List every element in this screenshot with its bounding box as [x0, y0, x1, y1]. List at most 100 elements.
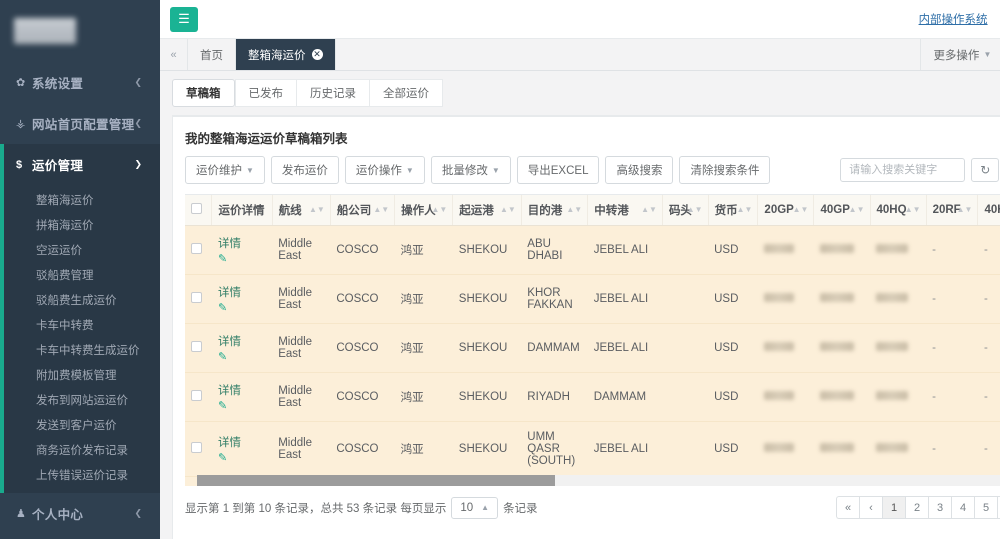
table-row[interactable]: 详情✎Middle EastCOSCO鸿亚SHEKOURIYADHDAMMAMU…	[185, 373, 1000, 422]
export-excel-button[interactable]: 导出EXCEL	[517, 156, 600, 184]
refresh-icon[interactable]: ↻	[971, 158, 999, 182]
column-header-20rf[interactable]: 20RF▲▼	[926, 195, 978, 226]
price-rf20-cell: -	[926, 275, 978, 324]
column-header-carrier[interactable]: 船公司▲▼	[330, 195, 394, 226]
table-row[interactable]: 详情✎Middle EastCOSCO鸿亚SHEKOUABU DHABIJEBE…	[185, 226, 1000, 275]
pill-all-rates[interactable]: 全部运价	[369, 79, 443, 107]
price-rf20-cell: -	[926, 373, 978, 422]
page-size-selector[interactable]: 10 ▲	[451, 497, 498, 519]
search-input[interactable]	[840, 158, 965, 182]
detail-link[interactable]: 详情	[218, 333, 266, 349]
sidebar-item-barge-fee-management[interactable]: 驳船费管理	[0, 262, 160, 287]
pagination-button-1[interactable]: 1	[882, 496, 905, 519]
rate-operations-dropdown[interactable]: 运价操作 ▼	[345, 156, 425, 184]
pill-published[interactable]: 已发布	[235, 79, 297, 107]
rate-maintenance-dropdown[interactable]: 运价维护 ▼	[185, 156, 265, 184]
sidebar-group-personal-center[interactable]: ♟ 个人中心 ❮	[0, 493, 160, 534]
sidebar-item-lcl-ocean-rate[interactable]: 拼箱海运价	[0, 212, 160, 237]
hamburger-icon[interactable]: ☰	[170, 7, 198, 32]
detail-link[interactable]: 详情	[218, 434, 266, 450]
chevron-left-icon: ❮	[134, 77, 142, 88]
table-row[interactable]: 详情✎Middle EastCOSCO鸿亚SHEKOUKHOR FAKKANJE…	[185, 275, 1000, 324]
sidebar-item-truck-transfer-generate-rate[interactable]: 卡车中转费生成运价	[0, 337, 160, 362]
edit-pencil-icon[interactable]: ✎	[218, 301, 266, 314]
table-scroll-container: 运价详情 航线▲▼ 船公司▲▼ 操作人▲▼ 起运港▲▼ 目的港▲▼ 中转港▲▼ …	[185, 194, 1000, 486]
sidebar-item-send-to-customer-rate[interactable]: 发送到客户运价	[0, 412, 160, 437]
search-area: ↻ ☰▼	[840, 158, 1000, 182]
double-chevron-left-icon[interactable]: «	[160, 39, 188, 70]
column-header-pod[interactable]: 目的港▲▼	[521, 195, 587, 226]
pagination-button-2[interactable]: 2	[905, 496, 928, 519]
edit-pencil-icon[interactable]: ✎	[218, 399, 266, 412]
content-area: 草稿箱 已发布 历史记录 全部运价 我的整箱海运运价草稿箱列表 运价维护 ▼ 发…	[160, 71, 1000, 539]
column-header-select-all[interactable]	[185, 195, 212, 226]
clear-search-button[interactable]: 清除搜索条件	[679, 156, 770, 184]
column-header-route[interactable]: 航线▲▼	[272, 195, 330, 226]
sidebar-item-upload-error-rate-log[interactable]: 上传错误运价记录	[0, 462, 160, 487]
rate-detail-cell: 详情✎	[212, 324, 272, 373]
pagination-button-4[interactable]: 4	[951, 496, 974, 519]
detail-link[interactable]: 详情	[218, 284, 266, 300]
detail-link[interactable]: 详情	[218, 235, 266, 251]
column-header-terminal[interactable]: 码头▲▼	[662, 195, 708, 226]
column-header-40gp[interactable]: 40GP▲▼	[814, 195, 870, 226]
sidebar-item-truck-transfer-fee[interactable]: 卡车中转费	[0, 312, 160, 337]
publish-rate-button[interactable]: 发布运价	[271, 156, 339, 184]
select-all-checkbox[interactable]	[191, 203, 202, 214]
row-checkbox[interactable]	[191, 442, 202, 453]
pagination-button-5[interactable]: 5	[974, 496, 997, 519]
column-header-operator[interactable]: 操作人▲▼	[395, 195, 453, 226]
advanced-search-button[interactable]: 高级搜索	[605, 156, 673, 184]
brand-logo-image	[14, 18, 76, 44]
sidebar-group-system-settings[interactable]: ✿ 系统设置 ❮	[0, 62, 160, 103]
pill-history[interactable]: 历史记录	[296, 79, 369, 107]
pill-draft-box[interactable]: 草稿箱	[172, 79, 235, 107]
rate-detail-cell: 详情✎	[212, 275, 272, 324]
row-checkbox[interactable]	[191, 390, 202, 401]
sidebar-group-homepage-config[interactable]: ⚶ 网站首页配置管理 ❮	[0, 103, 160, 144]
more-actions-dropdown[interactable]: 更多操作 ▼	[921, 39, 1000, 70]
tab-fcl-ocean-rate[interactable]: 整箱海运价 ✕	[236, 39, 336, 70]
horizontal-scrollbar-thumb[interactable]	[197, 475, 555, 486]
sidebar-item-fcl-ocean-rate[interactable]: 整箱海运价	[0, 187, 160, 212]
table-row[interactable]: 详情✎Middle EastCOSCO鸿亚SHEKOUUMM QASR (SOU…	[185, 422, 1000, 477]
column-header-40hq[interactable]: 40HQ▲▼	[870, 195, 926, 226]
edit-pencil-icon[interactable]: ✎	[218, 451, 266, 464]
sidebar-item-air-rate[interactable]: 空运运价	[0, 237, 160, 262]
sidebar-item-business-rate-publish-log[interactable]: 商务运价发布记录	[0, 437, 160, 462]
redacted-value	[876, 342, 908, 351]
top-bar: ☰ 内部操作系统 🔔 1 4	[160, 0, 1000, 39]
detail-link[interactable]: 详情	[218, 382, 266, 398]
internal-system-link[interactable]: 内部操作系统	[919, 11, 988, 27]
button-label: 发布运价	[282, 162, 328, 178]
app-root: ✿ 系统设置 ❮ ⚶ 网站首页配置管理 ❮ $ 运价管理 ❯ 整箱海运价 拼箱海…	[0, 0, 1000, 539]
main-area: ☰ 内部操作系统 🔔 1 4 « 首页 整箱海运价 ✕ 更	[160, 0, 1000, 539]
column-header-transit-port[interactable]: 中转港▲▼	[588, 195, 663, 226]
column-header-currency[interactable]: 货币▲▼	[708, 195, 758, 226]
row-checkbox[interactable]	[191, 292, 202, 303]
batch-edit-dropdown[interactable]: 批量修改 ▼	[431, 156, 511, 184]
column-header-40hqrf[interactable]: 40HQRF▲▼	[978, 195, 1000, 226]
pagination-button-«[interactable]: «	[836, 496, 859, 519]
sidebar-group-freight-management[interactable]: $ 运价管理 ❯	[0, 144, 160, 185]
column-header-20gp[interactable]: 20GP▲▼	[758, 195, 814, 226]
edit-pencil-icon[interactable]: ✎	[218, 252, 266, 265]
table-row[interactable]: 详情✎Middle EastCOSCO鸿亚SHEKOUDAMMAMJEBEL A…	[185, 324, 1000, 373]
sidebar-item-barge-fee-generate-rate[interactable]: 驳船费生成运价	[0, 287, 160, 312]
route-cell: Middle East	[272, 324, 330, 373]
sidebar-group-basic-data-management[interactable]: ⌶ 基础数据管理 ❮	[0, 534, 160, 539]
edit-pencil-icon[interactable]: ✎	[218, 350, 266, 363]
pagination-button-3[interactable]: 3	[928, 496, 951, 519]
sidebar-item-surcharge-template-management[interactable]: 附加费模板管理	[0, 362, 160, 387]
sidebar-item-publish-to-website-rate[interactable]: 发布到网站运运价	[0, 387, 160, 412]
tab-home[interactable]: 首页	[188, 39, 236, 70]
currency-cell: USD	[708, 275, 758, 324]
pod-cell: ABU DHABI	[521, 226, 587, 275]
pagination-button-‹[interactable]: ‹	[859, 496, 882, 519]
row-select-cell	[185, 373, 212, 422]
pod-cell: DAMMAM	[521, 324, 587, 373]
row-checkbox[interactable]	[191, 243, 202, 254]
close-icon[interactable]: ✕	[312, 49, 323, 60]
column-header-pol[interactable]: 起运港▲▼	[453, 195, 522, 226]
row-checkbox[interactable]	[191, 341, 202, 352]
